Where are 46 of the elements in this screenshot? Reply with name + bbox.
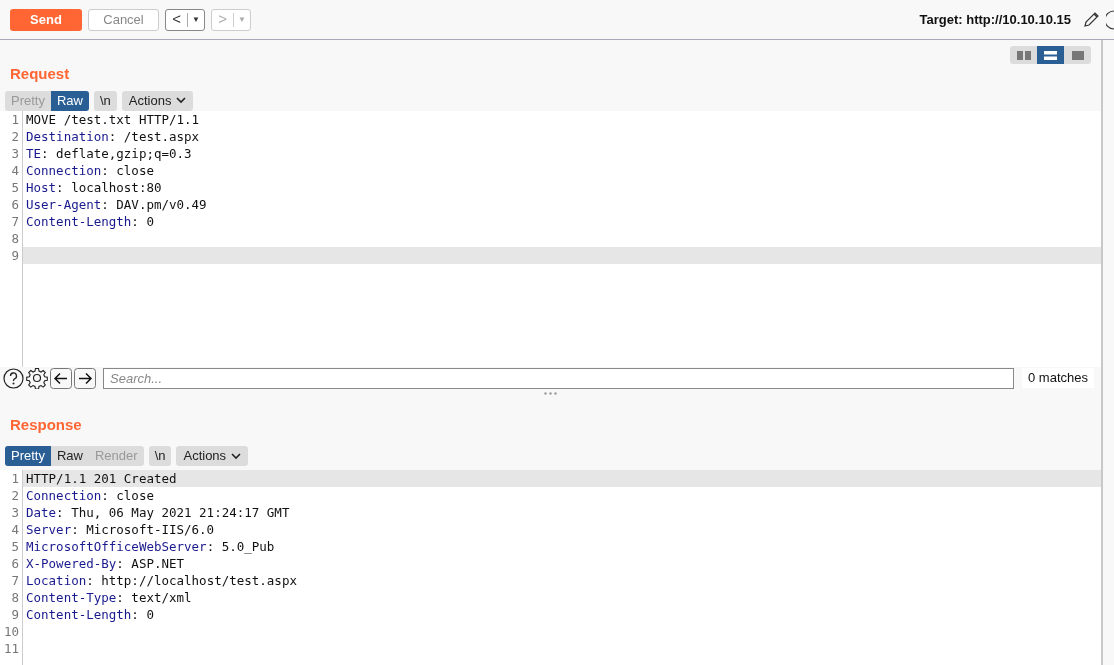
match-count: 0 matches xyxy=(1022,368,1094,388)
line-number: 5 xyxy=(10,179,20,196)
actions-dropdown[interactable]: Actions xyxy=(121,90,194,111)
view-tab[interactable]: Raw xyxy=(50,446,89,466)
line-number: 9 xyxy=(10,247,20,264)
line-number: 6 xyxy=(10,196,20,213)
line-number: 2 xyxy=(10,487,20,504)
pencil-icon[interactable] xyxy=(1083,11,1100,28)
columns-icon xyxy=(1016,50,1031,60)
line-number: 4 xyxy=(10,162,20,179)
line-number: 10 xyxy=(2,623,20,640)
square-icon xyxy=(1071,50,1084,60)
arrow-right-icon[interactable] xyxy=(74,367,96,389)
line-number: 3 xyxy=(10,145,20,162)
help-icon[interactable] xyxy=(3,367,24,389)
line-number: 3 xyxy=(10,504,20,521)
line-number: 5 xyxy=(10,538,20,555)
newline-toggle[interactable]: \n xyxy=(94,90,117,111)
layout-toggle[interactable] xyxy=(1037,46,1064,64)
rows-icon xyxy=(1044,50,1057,60)
arrow-left-icon[interactable] xyxy=(50,367,72,389)
newline-toggle[interactable]: \n xyxy=(148,446,172,466)
line-number: 4 xyxy=(10,521,20,538)
line-number: 1 xyxy=(10,470,20,487)
view-tab[interactable]: Pretty xyxy=(5,446,51,466)
chevron-down-icon xyxy=(176,97,187,104)
line-number: 9 xyxy=(10,606,20,623)
settings-icon[interactable] xyxy=(26,367,48,389)
line-number: 7 xyxy=(10,572,20,589)
actions-dropdown[interactable]: Actions xyxy=(176,446,249,466)
back-button[interactable]: < ▼ xyxy=(165,8,205,31)
section-title: Request xyxy=(9,64,71,84)
line-number: 11 xyxy=(2,640,20,657)
chevron-down-icon xyxy=(231,452,242,460)
drag-handle-icon[interactable] xyxy=(544,392,557,395)
line-number: 6 xyxy=(10,555,20,572)
view-tab[interactable]: Raw xyxy=(50,90,89,111)
cancel-button[interactable]: Cancel xyxy=(88,8,159,31)
search-field[interactable]: Search... xyxy=(103,367,1014,389)
line-number: 1 xyxy=(10,111,20,128)
line-number: 8 xyxy=(10,589,20,606)
line-number: 2 xyxy=(10,128,20,145)
target-label: Target: http://10.10.10.15 xyxy=(919,10,1071,29)
line-number: 7 xyxy=(10,213,20,230)
section-title: Response xyxy=(9,414,83,435)
line-number: 8 xyxy=(10,230,20,247)
